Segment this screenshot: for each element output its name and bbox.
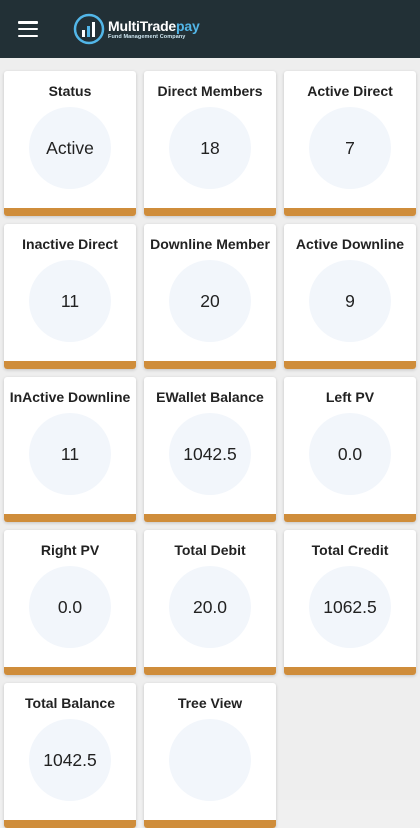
app-header: MultiTradepay Fund Management Company — [0, 0, 420, 58]
card-bar — [4, 667, 136, 675]
logo-mark-icon — [73, 13, 105, 45]
card-bar — [4, 514, 136, 522]
logo-title-main: MultiTrade — [108, 17, 177, 34]
card-inactive-direct[interactable]: Inactive Direct 11 — [4, 224, 136, 369]
card-active-downline[interactable]: Active Downline 9 — [284, 224, 416, 369]
card-bar — [144, 514, 276, 522]
card-bar — [144, 361, 276, 369]
card-value: 11 — [29, 260, 111, 342]
logo-title: MultiTradepay — [108, 18, 200, 34]
card-value: 0.0 — [29, 566, 111, 648]
card-total-balance[interactable]: Total Balance 1042.5 — [4, 683, 136, 828]
app-logo[interactable]: MultiTradepay Fund Management Company — [72, 9, 200, 49]
card-bar — [284, 667, 416, 675]
card-bar — [144, 208, 276, 216]
card-active-direct[interactable]: Active Direct 7 — [284, 71, 416, 216]
card-value: 18 — [169, 107, 251, 189]
card-value — [169, 719, 251, 801]
card-tree-view[interactable]: Tree View — [144, 683, 276, 828]
card-title: Tree View — [177, 695, 243, 711]
card-bar — [284, 361, 416, 369]
card-status[interactable]: Status Active — [4, 71, 136, 216]
hamburger-menu-icon[interactable] — [18, 21, 38, 37]
logo-subtitle: Fund Management Company — [108, 33, 186, 40]
card-value: 11 — [29, 413, 111, 495]
card-title: InActive Downline — [9, 389, 131, 405]
card-value: 1062.5 — [309, 566, 391, 648]
card-title: EWallet Balance — [156, 389, 264, 405]
card-title: Direct Members — [157, 83, 263, 99]
card-value: 0.0 — [309, 413, 391, 495]
card-value: 1042.5 — [29, 719, 111, 801]
card-title: Active Direct — [307, 83, 393, 99]
card-value: 9 — [309, 260, 391, 342]
card-right-pv[interactable]: Right PV 0.0 — [4, 530, 136, 675]
card-value: 1042.5 — [169, 413, 251, 495]
card-title: Right PV — [40, 542, 100, 558]
card-title: Total Credit — [311, 542, 389, 558]
card-title: Left PV — [325, 389, 375, 405]
card-bar — [144, 667, 276, 675]
card-bar — [4, 208, 136, 216]
card-left-pv[interactable]: Left PV 0.0 — [284, 377, 416, 522]
card-total-credit[interactable]: Total Credit 1062.5 — [284, 530, 416, 675]
dashboard-grid: Status Active Direct Members 18 Active D… — [0, 58, 420, 828]
card-title: Total Balance — [25, 695, 115, 711]
card-value: 7 — [309, 107, 391, 189]
card-downline-member[interactable]: Downline Member 20 — [144, 224, 276, 369]
card-bar — [144, 820, 276, 828]
card-inactive-downline[interactable]: InActive Downline 11 — [4, 377, 136, 522]
card-total-debit[interactable]: Total Debit 20.0 — [144, 530, 276, 675]
card-title: Downline Member — [150, 236, 270, 252]
card-bar — [284, 514, 416, 522]
logo-text: MultiTradepay Fund Management Company — [108, 18, 200, 41]
card-value: Active — [29, 107, 111, 189]
card-ewallet-balance[interactable]: EWallet Balance 1042.5 — [144, 377, 276, 522]
card-title: Inactive Direct — [22, 236, 118, 252]
card-title: Total Debit — [174, 542, 246, 558]
card-bar — [284, 208, 416, 216]
card-value: 20 — [169, 260, 251, 342]
card-title: Status — [48, 83, 92, 99]
logo-title-accent: pay — [176, 17, 200, 34]
card-direct-members[interactable]: Direct Members 18 — [144, 71, 276, 216]
card-value: 20.0 — [169, 566, 251, 648]
card-bar — [4, 820, 136, 828]
card-bar — [4, 361, 136, 369]
card-title: Active Downline — [295, 236, 405, 252]
